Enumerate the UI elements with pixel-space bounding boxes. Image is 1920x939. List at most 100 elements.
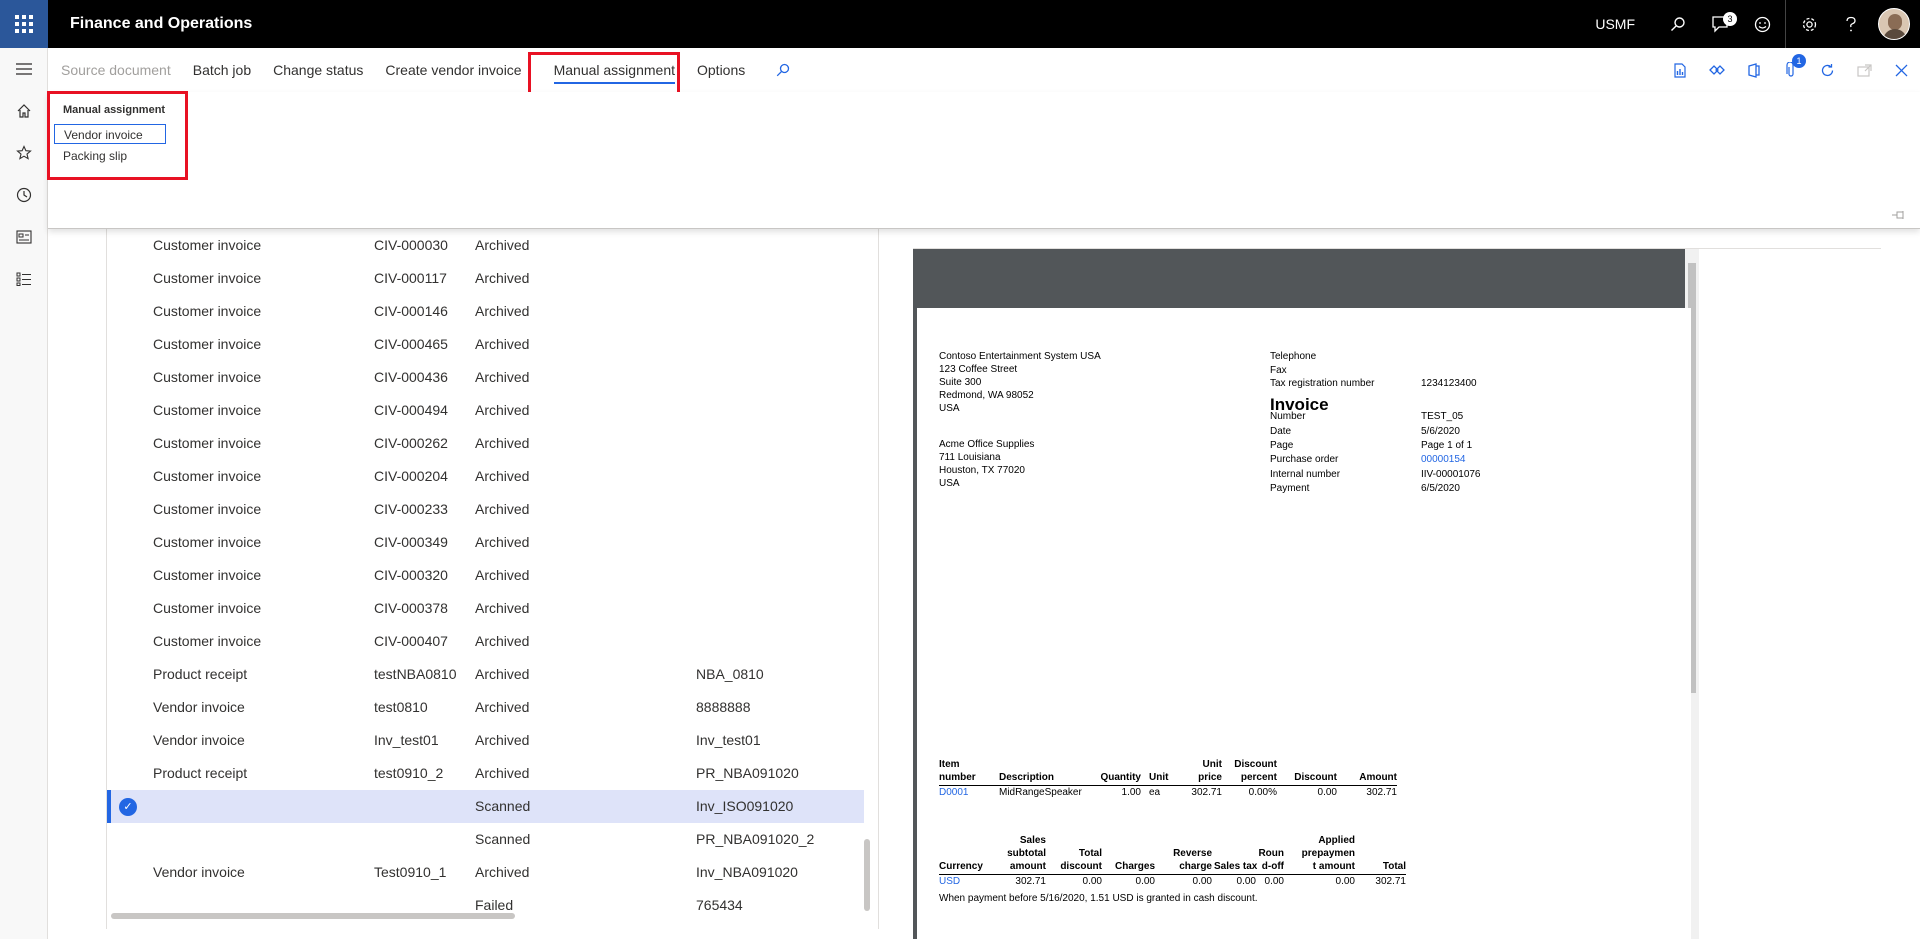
round-off-value: 0.00	[1264, 876, 1284, 887]
table-row[interactable]: Customer invoice CIV-000465 Archived	[109, 328, 864, 361]
document-id-cell: CIV-000117	[374, 270, 447, 286]
navigation-pane	[0, 48, 48, 939]
type-cell: Customer invoice	[153, 468, 262, 484]
type-cell: Customer invoice	[153, 369, 262, 385]
fax-label: Fax	[1270, 365, 1287, 376]
column-header: Roun	[1258, 848, 1284, 859]
document-id-cell: CIV-000494	[374, 402, 448, 418]
type-cell: Customer invoice	[153, 270, 262, 286]
column-header: Amount	[1359, 772, 1397, 783]
type-cell: Vendor invoice	[153, 864, 245, 880]
horizontal-scrollbar[interactable]	[111, 913, 515, 919]
table-row[interactable]: Customer invoice CIV-000030 Archived	[109, 229, 864, 262]
row-check-icon[interactable]: ✓	[119, 798, 137, 816]
table-row[interactable]: Customer invoice CIV-000378 Archived	[109, 592, 864, 625]
office-doc-icon[interactable]	[1661, 48, 1698, 92]
document-id-cell: CIV-000204	[374, 468, 448, 484]
table-row[interactable]: Vendor invoice Test0910_1 Archived Inv_NBA0…	[109, 856, 864, 889]
table-row[interactable]: Customer invoice CIV-000233 Archived	[109, 493, 864, 526]
item-number-link[interactable]: D0001	[939, 786, 968, 799]
clock-icon[interactable]	[0, 174, 48, 216]
table-row[interactable]: Customer invoice CIV-000407 Archived	[109, 625, 864, 658]
waffle-icon[interactable]	[0, 0, 48, 48]
smiley-icon[interactable]	[1741, 0, 1783, 48]
company-picker[interactable]: USMF	[1595, 16, 1635, 32]
reference-cell: 765434	[696, 897, 743, 913]
column-header: charge	[1179, 861, 1212, 872]
star-icon[interactable]	[0, 132, 48, 174]
table-row[interactable]: Customer invoice CIV-000204 Archived	[109, 460, 864, 493]
table-row[interactable]: Customer invoice CIV-000146 Archived	[109, 295, 864, 328]
batch-job-button[interactable]: Batch job	[182, 48, 262, 92]
column-header: number	[939, 772, 976, 783]
type-cell: Customer invoice	[153, 336, 262, 352]
telephone-label: Telephone	[1270, 351, 1317, 362]
open-new-window-icon[interactable]	[1846, 48, 1883, 92]
search-icon[interactable]	[1657, 0, 1699, 48]
office-icon[interactable]	[1735, 48, 1772, 92]
type-cell: Customer invoice	[153, 501, 262, 517]
column-header: Unit	[1202, 759, 1222, 770]
pin-icon[interactable]	[1892, 210, 1906, 222]
column-header: price	[1198, 772, 1222, 783]
app-title[interactable]: Finance and Operations	[70, 15, 252, 33]
notification-count: 3	[1723, 12, 1737, 26]
document-id-cell: CIV-000349	[374, 534, 448, 550]
reference-cell: Inv_ISO091020	[696, 798, 794, 814]
table-row[interactable]: ✓ Scanned Inv_ISO091020	[107, 790, 864, 823]
refresh-icon[interactable]	[1809, 48, 1846, 92]
avatar[interactable]	[1878, 8, 1910, 40]
document-id-cell: test0810	[374, 699, 428, 715]
notification-icon[interactable]: 3	[1699, 0, 1741, 48]
home-icon[interactable]	[0, 90, 48, 132]
table-row[interactable]: Customer invoice CIV-000494 Archived	[109, 394, 864, 427]
source-document-button[interactable]: Source document	[50, 48, 182, 92]
help-icon[interactable]	[1830, 0, 1872, 48]
gear-icon[interactable]	[1788, 0, 1830, 48]
document-preview: Contoso Entertainment System USA 123 Cof…	[885, 229, 1920, 939]
attachment-icon[interactable]: 1	[1772, 48, 1809, 92]
change-status-button[interactable]: Change status	[262, 48, 374, 92]
column-header: percent	[1240, 772, 1277, 783]
document-id-cell: test0910_2	[374, 765, 444, 781]
table-row[interactable]: Customer invoice CIV-000117 Archived	[109, 262, 864, 295]
reference-cell: Inv_NBA091020	[696, 864, 798, 880]
purchase-order-link[interactable]: 00000154	[1421, 453, 1466, 466]
table-row[interactable]: Customer invoice CIV-000436 Archived	[109, 361, 864, 394]
create-vendor-invoice-button[interactable]: Create vendor invoice	[374, 48, 532, 92]
document-id-cell: CIV-000030	[374, 237, 448, 253]
status-cell: Scanned	[475, 798, 531, 814]
line-unit-price: 302.71	[1191, 787, 1222, 798]
status-cell: Archived	[475, 534, 530, 550]
workspace-icon[interactable]	[0, 216, 48, 258]
hamburger-icon[interactable]	[0, 48, 48, 90]
table-row[interactable]: Customer invoice CIV-000262 Archived	[109, 427, 864, 460]
sender-address-line: USA	[939, 403, 960, 414]
table-row[interactable]: Product receipt test0910_2 Archived PR_NBA0…	[109, 757, 864, 790]
currency-link[interactable]: USD	[939, 875, 960, 888]
action-search-icon[interactable]	[768, 48, 798, 92]
field-label: Page	[1270, 440, 1294, 451]
table-row[interactable]: Scanned PR_NBA091020_2	[109, 823, 864, 856]
options-tab[interactable]: Options	[686, 48, 756, 92]
sender-name: Contoso Entertainment System USA	[939, 351, 1101, 362]
reference-cell: Inv_test01	[696, 732, 761, 748]
status-cell: Archived	[475, 633, 530, 649]
column-header: prepaymen	[1301, 848, 1355, 859]
recipient-address-line: 711 Louisiana	[939, 452, 1001, 463]
vertical-scrollbar[interactable]	[864, 839, 870, 911]
table-row[interactable]: Customer invoice CIV-000320 Archived	[109, 559, 864, 592]
type-cell: Customer invoice	[153, 600, 262, 616]
sales-tax-value: 0.00	[1236, 876, 1256, 887]
status-cell: Archived	[475, 666, 530, 682]
table-row[interactable]: Vendor invoice test0810 Archived 8888888	[109, 691, 864, 724]
modules-icon[interactable]	[0, 258, 48, 300]
power-apps-icon[interactable]	[1698, 48, 1735, 92]
pdf-viewer[interactable]: Contoso Entertainment System USA 123 Cof…	[913, 249, 1699, 939]
table-row[interactable]: Vendor invoice Inv_test01 Archived Inv_test…	[109, 724, 864, 757]
close-icon[interactable]	[1883, 48, 1920, 92]
table-row[interactable]: Customer invoice CIV-000349 Archived	[109, 526, 864, 559]
type-cell: Customer invoice	[153, 633, 262, 649]
table-row[interactable]: Product receipt testNBA0810 Archived NBA_08…	[109, 658, 864, 691]
field-label: Date	[1270, 426, 1292, 437]
